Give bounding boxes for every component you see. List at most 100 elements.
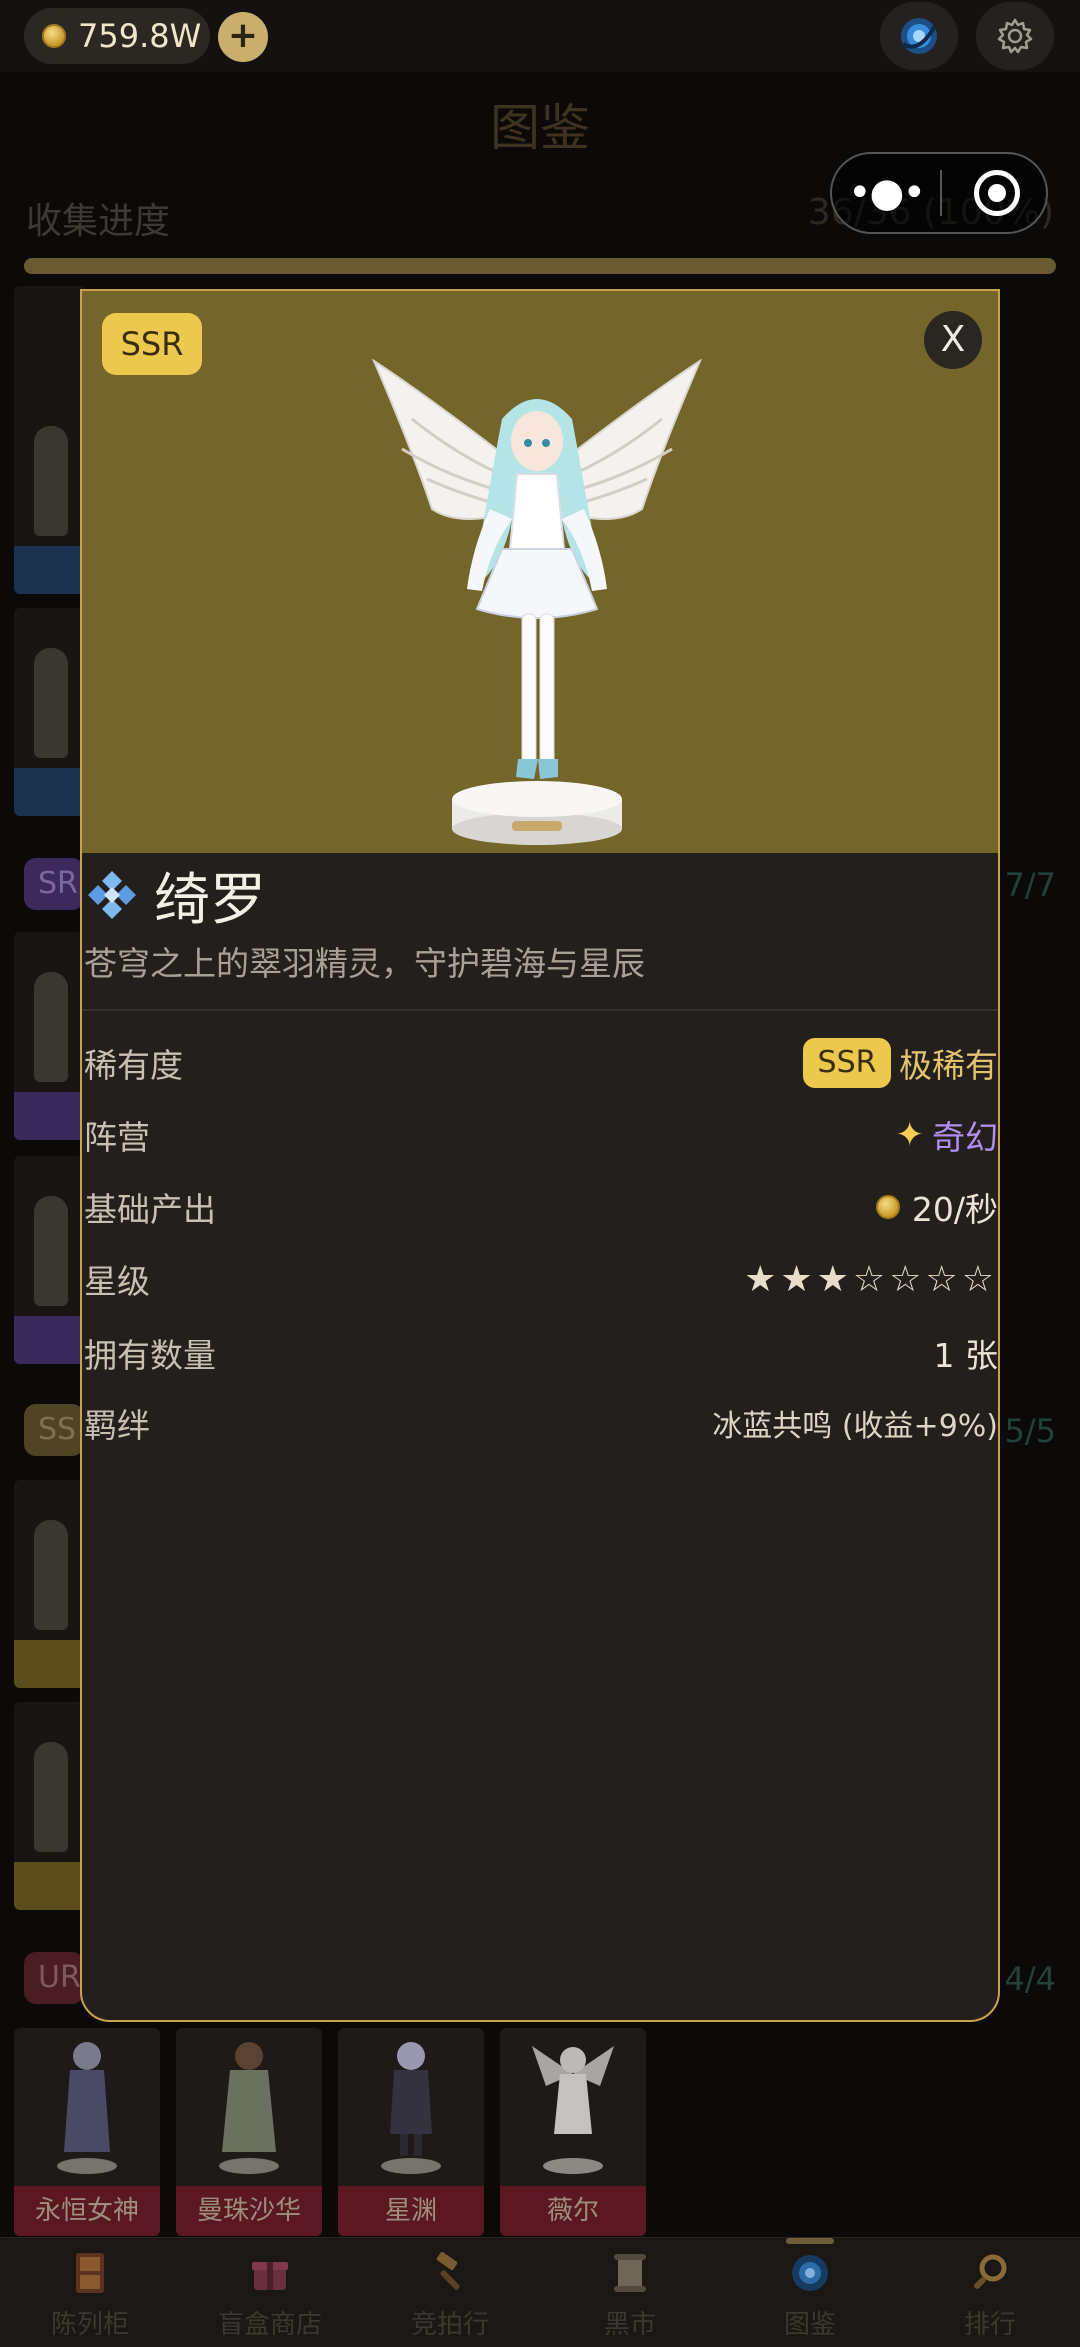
collection-card[interactable] (14, 932, 86, 1140)
nav-item-black-market[interactable]: 黑市 (540, 2238, 720, 2347)
collection-card[interactable] (14, 1702, 86, 1910)
portal-icon (901, 18, 937, 54)
capsule-divider (940, 170, 942, 216)
section-count-ur: 4/4 (1004, 1960, 1057, 1998)
rarity-chip: SSR (803, 1038, 891, 1088)
nav-item-auction[interactable]: 竞拍行 (360, 2238, 540, 2347)
nav-label: 黑市 (603, 2310, 656, 2340)
card-band (14, 546, 86, 594)
coin-icon (875, 1195, 900, 1219)
collection-card[interactable] (14, 1480, 86, 1688)
card-name: 星渊 (338, 2186, 484, 2236)
progress-fill (24, 258, 1056, 274)
card-band (14, 1092, 86, 1140)
close-button[interactable]: X (924, 311, 982, 369)
top-bar: 759.8W + (0, 0, 1080, 72)
page-title: 图鉴 (490, 99, 590, 157)
stat-value: ★★★☆☆☆☆ (744, 1259, 998, 1300)
section-count-ss: 5/5 (1004, 1412, 1057, 1450)
figure-image (219, 2042, 279, 2174)
collection-card[interactable] (14, 1156, 86, 1364)
nav-label: 陈列柜 (50, 2310, 129, 2340)
stat-value: SSR 极稀有 (803, 1038, 998, 1088)
figure-image (381, 2042, 441, 2174)
scroll-icon (607, 2250, 653, 2296)
collection-card[interactable] (14, 386, 86, 594)
nav-item-cabinet[interactable]: 陈列柜 (0, 2238, 180, 2347)
stat-rarity: 稀有度 SSR 极稀有 (84, 1031, 998, 1095)
nav-label: 竞拍行 (410, 2310, 489, 2340)
stat-label: 羁绊 (84, 1406, 150, 1445)
card-band (14, 1316, 86, 1364)
section-tag-ur: UR (24, 1952, 84, 2004)
character-hero: SSR X (82, 291, 998, 853)
magnifier-icon (967, 2250, 1013, 2296)
ur-card[interactable]: 星渊 (338, 2028, 484, 2236)
gavel-icon (427, 2250, 473, 2296)
faction-text: 奇幻 (932, 1118, 998, 1157)
stat-label: 阵营 (84, 1118, 150, 1157)
figure-image (34, 972, 68, 1082)
divider (82, 1009, 998, 1011)
card-name: 永恒女神 (14, 2186, 160, 2236)
figure-image (34, 426, 68, 536)
card-band (14, 1640, 86, 1688)
progress-bar (24, 258, 1056, 274)
stat-bond: 羁绊 冰蓝共鸣 (收益+9%) (84, 1391, 998, 1455)
nav-label: 盲盒商店 (217, 2310, 322, 2340)
portal-button[interactable] (880, 2, 958, 70)
progress-label: 收集进度 (26, 201, 171, 242)
section-count-sr: 7/7 (1004, 866, 1057, 904)
coin-amount: 759.8W (78, 17, 202, 55)
figure-image (532, 2046, 614, 2174)
gift-box-icon (247, 2250, 293, 2296)
cabinet-icon (67, 2250, 113, 2296)
nav-item-collection[interactable]: 图鉴 (720, 2238, 900, 2347)
close-miniprogram-button[interactable] (974, 170, 1020, 216)
coin-icon (42, 24, 66, 48)
card-name: 曼珠沙华 (176, 2186, 322, 2236)
card-band (14, 1862, 86, 1910)
more-menu-button[interactable]: •●• (832, 153, 940, 233)
nav-item-blindbox-shop[interactable]: 盲盒商店 (180, 2238, 360, 2347)
stat-value: 20/秒 (875, 1183, 998, 1231)
owned-value: 1 张 (933, 1336, 999, 1375)
bottom-nav: 陈列柜 盲盒商店 竞拍行 黑市 图鉴 排行 (0, 2237, 1080, 2347)
ur-card[interactable]: 曼珠沙华 (176, 2028, 322, 2236)
character-description: 苍穹之上的翠羽精灵，守护碧海与星辰 (84, 944, 645, 983)
rarity-badge: SSR (102, 313, 202, 375)
figure-image (57, 2042, 117, 2174)
character-detail-modal: SSR X 绮罗 苍穹之上的翠羽精灵，守护碧海与星辰 稀有度 SSR 极稀有 阵… (80, 289, 1000, 2022)
gear-icon (997, 18, 1033, 54)
star-rating: ★★★☆☆☆☆ (744, 1258, 998, 1300)
stat-label: 稀有度 (84, 1046, 183, 1085)
settings-button[interactable] (976, 2, 1054, 70)
stat-label: 星级 (84, 1262, 150, 1301)
nav-item-ranking[interactable]: 排行 (900, 2238, 1080, 2347)
section-tag-ss: SS (24, 1404, 84, 1456)
figure-image (34, 1520, 68, 1630)
stat-label: 基础产出 (84, 1190, 216, 1229)
character-figure-image (372, 359, 702, 845)
stat-owned: 拥有数量 1 张 (84, 1321, 998, 1385)
add-coins-button[interactable]: + (218, 12, 268, 62)
card-band (14, 768, 86, 816)
figure-image (34, 648, 68, 758)
collection-card[interactable] (14, 608, 86, 816)
card-name: 薇尔 (500, 2186, 646, 2236)
stat-label: 拥有数量 (84, 1336, 216, 1375)
section-tag-sr: SR (24, 858, 84, 910)
stat-output: 基础产出 20/秒 (84, 1175, 998, 1239)
figure-image (34, 1742, 68, 1852)
nav-label: 图鉴 (783, 2310, 836, 2340)
nav-label: 排行 (963, 2310, 1016, 2340)
ur-card[interactable]: 薇尔 (500, 2028, 646, 2236)
output-text: 20/秒 (911, 1190, 998, 1229)
coin-balance: 759.8W (24, 8, 210, 64)
mini-program-capsule: •●• (830, 152, 1048, 234)
bond-value: 冰蓝共鸣 (收益+9%) (712, 1409, 998, 1444)
ur-card[interactable]: 永恒女神 (14, 2028, 160, 2236)
portal-icon (787, 2250, 833, 2296)
sparkle-icon: ✦ (895, 1115, 925, 1155)
character-header: 绮罗 (84, 859, 266, 933)
